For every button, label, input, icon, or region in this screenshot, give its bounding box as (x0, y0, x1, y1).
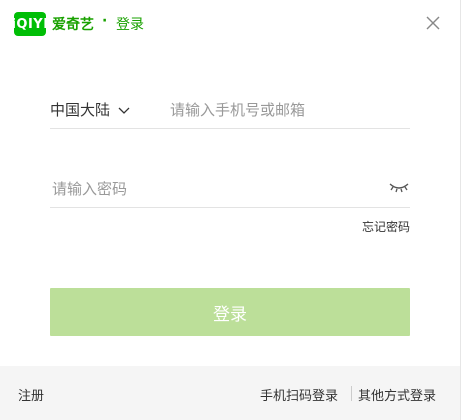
chevron-down-icon (110, 101, 130, 119)
login-dialog: iQIYI 爱奇艺 · 登录 中国大陆 请输入手机号或邮箱 忘记密码 登录 注册… (0, 0, 461, 420)
region-label: 中国大陆 (50, 101, 111, 119)
phone-email-input[interactable] (168, 98, 412, 122)
eye-closed-icon[interactable] (388, 180, 410, 194)
footer-divider (351, 386, 352, 401)
iqiyi-logo: iQIYI (11, 12, 49, 36)
dialog-header: iQIYI 爱奇艺 · 登录 (0, 0, 461, 48)
register-link[interactable]: 注册 (18, 385, 44, 404)
login-button[interactable]: 登录 (50, 288, 410, 336)
dialog-title: 登录 (116, 17, 144, 33)
password-row (50, 170, 410, 208)
qr-login-link[interactable]: 手机扫码登录 (260, 385, 338, 404)
title-separator: · (102, 13, 108, 29)
brand-name: 爱奇艺 (52, 17, 94, 33)
close-icon[interactable] (422, 12, 444, 34)
phone-row: 中国大陆 (50, 90, 412, 129)
dialog-footer: 注册 手机扫码登录 其他方式登录 (0, 366, 460, 420)
region-select[interactable]: 中国大陆 (50, 99, 130, 120)
other-login-link[interactable]: 其他方式登录 (358, 385, 436, 404)
forgot-password-link[interactable]: 忘记密码 (362, 218, 410, 235)
password-input[interactable] (50, 177, 374, 201)
logo-text: iQIYI (11, 16, 49, 32)
